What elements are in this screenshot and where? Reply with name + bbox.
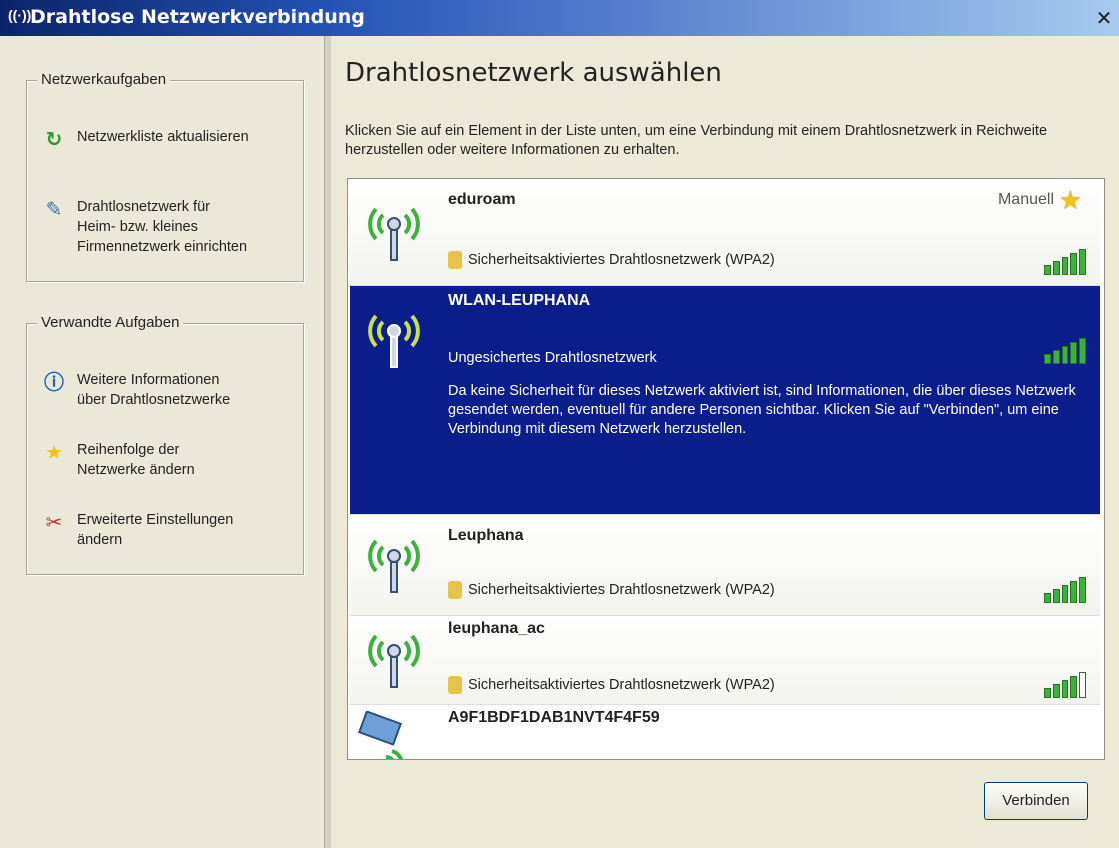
lock-icon [448, 581, 462, 599]
setup-network-link[interactable]: ✎ Drahtlosnetzwerk für Heim- bzw. kleine… [41, 197, 247, 257]
more-info-link[interactable]: ⓘ Weitere Informationen über Drahtlosnet… [41, 370, 230, 410]
network-item-wlan-leuphana[interactable]: WLAN-LEUPHANA Ungesichertes Drahtlosnetz… [350, 286, 1100, 515]
network-tasks-group: Netzwerkaufgaben ↻ Netzwerkliste aktuali… [26, 71, 304, 282]
signal-strength-icon [1044, 747, 1086, 759]
page-title: Drahtlosnetzwerk auswählen [345, 58, 722, 88]
refresh-network-list-link[interactable]: ↻ Netzwerkliste aktualisieren [41, 127, 249, 153]
security-label: Sicherheitsaktiviertes Drahtlosnetzwerk … [468, 677, 775, 693]
close-icon: ✕ [1095, 8, 1113, 30]
network-list[interactable]: eduroam Manuell ★ Sicherheitsaktiviertes… [347, 178, 1105, 760]
wireless-icon: ((·)) [8, 7, 32, 23]
related-tasks-title: Verwandte Aufgaben [37, 314, 184, 331]
lock-icon [448, 251, 462, 269]
network-item-adhoc[interactable]: A9F1BDF1DAB1NVT4F4F59 [350, 705, 1100, 759]
antenna-icon [368, 314, 420, 368]
security-label: Sicherheitsaktiviertes Drahtlosnetzwerk … [468, 582, 775, 598]
signal-strength-icon [1044, 249, 1086, 275]
manual-label: Manuell [997, 191, 1054, 208]
window-title: Drahtlose Netzwerkverbindung [30, 6, 365, 28]
refresh-icon: ↻ [45, 129, 63, 151]
security-label: Ungesichertes Drahtlosnetzwerk [448, 350, 657, 366]
page-description: Klicken Sie auf ein Element in der Liste… [345, 123, 1048, 158]
title-bar: ((·)) Drahtlose Netzwerkverbindung ✕ [0, 0, 1119, 36]
info-icon: ⓘ [44, 372, 64, 394]
advanced-settings-link[interactable]: ✂ Erweiterte Einstellungen ändern [41, 510, 234, 550]
antenna-icon [368, 634, 420, 688]
signal-strength-icon [1044, 672, 1086, 698]
network-item-leuphana[interactable]: Leuphana Sicherheitsaktiviertes Drahtlos… [350, 515, 1100, 616]
network-tasks-title: Netzwerkaufgaben [37, 71, 171, 88]
antenna-icon [368, 207, 420, 261]
change-order-link[interactable]: ★ Reihenfolge der Netzwerke ändern [41, 440, 195, 480]
setup-wizard-icon: ✎ [45, 199, 63, 221]
security-label: Sicherheitsaktiviertes Drahtlosnetzwerk … [468, 252, 775, 268]
signal-strength-icon [1044, 338, 1086, 364]
settings-icon: ✂ [45, 512, 63, 534]
related-tasks-group: Verwandte Aufgaben ⓘ Weitere Information… [26, 314, 304, 575]
signal-strength-icon [1044, 577, 1086, 603]
antenna-icon [368, 539, 420, 593]
computer-adhoc-icon [358, 711, 404, 759]
connect-button[interactable]: Verbinden [984, 782, 1088, 820]
main-panel: Drahtlosnetzwerk auswählen Klicken Sie a… [331, 36, 1119, 848]
lock-icon [448, 676, 462, 694]
sidebar: Netzwerkaufgaben ↻ Netzwerkliste aktuali… [0, 36, 324, 848]
network-item-eduroam[interactable]: eduroam Manuell ★ Sicherheitsaktiviertes… [350, 179, 1100, 286]
star-icon: ★ [45, 442, 63, 464]
close-button[interactable]: ✕ [1093, 8, 1115, 30]
star-icon: ★ [1058, 185, 1082, 215]
network-item-leuphana-ac[interactable]: leuphana_ac Sicherheitsaktiviertes Draht… [350, 616, 1100, 705]
network-detail-text: Da keine Sicherheit für dieses Netzwerk … [448, 383, 1076, 437]
